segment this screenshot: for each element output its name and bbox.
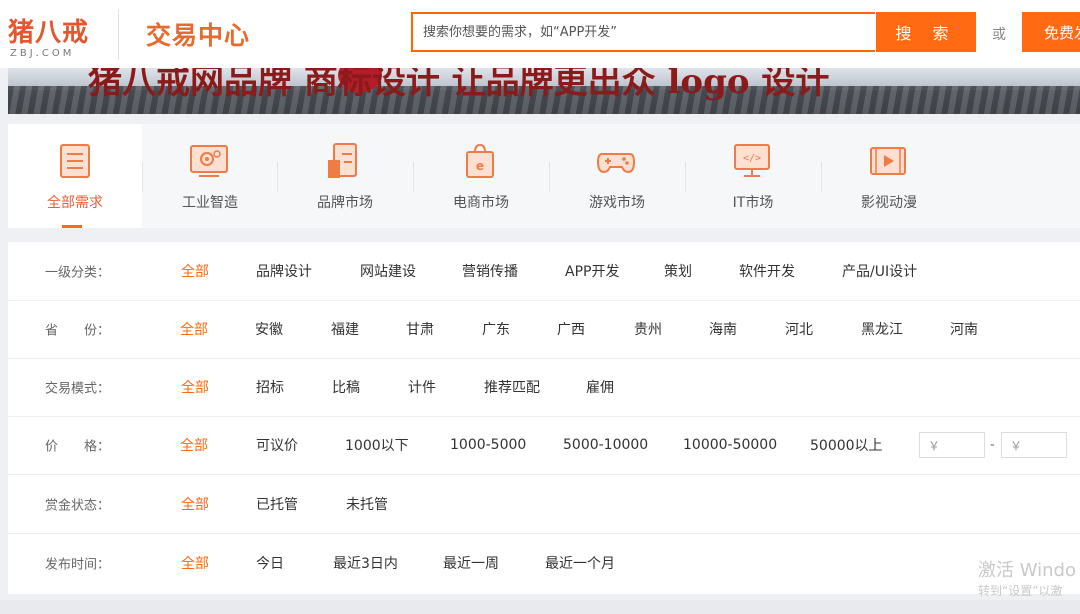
filter-option[interactable]: 安徽 <box>255 319 283 339</box>
filter-option[interactable]: 广东 <box>482 319 510 339</box>
filter-option[interactable]: 比稿 <box>332 377 360 397</box>
tab-film-animation[interactable]: 影视动漫 <box>822 124 956 228</box>
tab-label: 影视动漫 <box>861 195 917 211</box>
windows-activation-subtext: 转到“设置”以激 <box>978 584 1063 598</box>
logo-text: 猪八戒 <box>8 18 90 48</box>
or-text: 或 <box>992 27 1006 43</box>
tab-ecommerce-market[interactable]: e 电商市场 <box>414 124 548 228</box>
filter-option[interactable]: 最近3日内 <box>333 553 398 573</box>
filter-label: 赏金状态： <box>45 498 111 514</box>
filter-row-category: 一级分类： 全部 品牌设计 网站建设 营销传播 APP开发 策划 软件开发 产品… <box>8 242 1080 301</box>
filter-option-all[interactable]: 全部 <box>181 261 209 281</box>
filter-label: 价 格： <box>45 439 111 455</box>
search-button[interactable]: 搜 索 <box>876 12 976 52</box>
list-icon <box>60 144 90 178</box>
search-input[interactable] <box>413 14 875 50</box>
filter-option[interactable]: 可议价 <box>256 435 298 455</box>
windows-activation-watermark: 激活 Windo <box>978 560 1076 581</box>
filter-option[interactable]: 10000-50000 <box>683 437 777 453</box>
price-range-dash: - <box>990 437 995 453</box>
filter-option[interactable]: 海南 <box>709 319 737 339</box>
zbj-logo[interactable]: 猪八戒 ZBJ.COM <box>8 8 108 60</box>
filter-row-price: 价 格： 全部 可议价 1000以下 1000-5000 5000-10000 … <box>8 416 1080 475</box>
price-min-input[interactable]: ￥ <box>919 432 985 458</box>
filter-option[interactable]: 河南 <box>950 319 978 339</box>
filter-option-all[interactable]: 全部 <box>181 494 209 514</box>
tab-brand-market[interactable]: 品牌市场 <box>278 124 412 228</box>
filter-label: 省 份： <box>45 323 111 339</box>
shopping-bag-icon: e <box>466 143 494 178</box>
filter-option[interactable]: 推荐匹配 <box>484 377 540 397</box>
tab-label: 工业智造 <box>182 195 238 211</box>
bottom-strip <box>0 600 1080 614</box>
price-max-input[interactable]: ￥ <box>1001 432 1067 458</box>
filter-option[interactable]: 软件开发 <box>739 261 795 281</box>
filter-option[interactable]: 河北 <box>785 319 813 339</box>
video-play-icon <box>870 147 906 175</box>
filter-option[interactable]: 招标 <box>256 377 284 397</box>
filter-option[interactable]: 贵州 <box>634 319 662 339</box>
filter-option[interactable]: 网站建设 <box>360 261 416 281</box>
tab-label: IT市场 <box>732 195 774 211</box>
filter-row-publish-time: 发布时间： 全部 今日 最近3日内 最近一周 最近一个月 <box>8 534 1080 592</box>
svg-text:</>: </> <box>743 153 761 164</box>
filter-option-all[interactable]: 全部 <box>181 553 209 573</box>
filter-option[interactable]: 策划 <box>664 261 692 281</box>
svg-text:e: e <box>476 159 484 173</box>
tab-industrial[interactable]: 工业智造 <box>143 124 277 228</box>
filter-option[interactable]: 福建 <box>331 319 359 339</box>
filter-option-all[interactable]: 全部 <box>180 435 208 455</box>
filter-option[interactable]: 营销传播 <box>462 261 518 281</box>
filter-label: 交易模式： <box>45 381 111 397</box>
gamepad-icon <box>596 153 636 174</box>
filter-option[interactable]: 计件 <box>408 377 436 397</box>
code-monitor-icon: </> <box>734 144 770 177</box>
search-box <box>411 12 875 52</box>
filter-option[interactable]: 品牌设计 <box>256 261 312 281</box>
tab-label: 全部需求 <box>47 195 103 211</box>
promo-banner[interactable]: 猪八戒网品牌 商标设计 让品牌更出众 logo 设计 <box>8 68 1080 114</box>
filter-option-all[interactable]: 全部 <box>181 377 209 397</box>
filter-option[interactable]: 未托管 <box>346 494 388 514</box>
tab-label: 电商市场 <box>453 195 509 211</box>
filter-label: 一级分类： <box>45 265 111 281</box>
tab-label: 游戏市场 <box>589 195 645 211</box>
filter-option[interactable]: 今日 <box>256 553 284 573</box>
brand-icon <box>328 143 357 178</box>
filter-option-all[interactable]: 全部 <box>180 319 208 339</box>
banner-text: 猪八戒网品牌 商标设计 让品牌更出众 logo 设计 <box>88 68 830 102</box>
filter-option[interactable]: 最近一周 <box>443 553 499 573</box>
filter-option[interactable]: 甘肃 <box>406 319 434 339</box>
filter-row-trade-mode: 交易模式： 全部 招标 比稿 计件 推荐匹配 雇佣 <box>8 358 1080 417</box>
filter-label: 发布时间： <box>45 557 111 573</box>
filter-option[interactable]: APP开发 <box>565 261 619 281</box>
header-divider <box>118 10 119 60</box>
top-header: 猪八戒 ZBJ.COM 交易中心 搜 索 或 免费发 <box>0 0 1080 68</box>
logo-subtext: ZBJ.COM <box>10 48 75 59</box>
free-post-button[interactable]: 免费发 <box>1022 12 1080 52</box>
gear-icon <box>190 145 228 177</box>
filter-option[interactable]: 已托管 <box>256 494 298 514</box>
filter-option[interactable]: 5000-10000 <box>563 437 648 453</box>
filter-option[interactable]: 1000以下 <box>345 435 409 455</box>
filter-panel: 一级分类： 全部 品牌设计 网站建设 营销传播 APP开发 策划 软件开发 产品… <box>8 242 1080 594</box>
page-title: 交易中心 <box>146 21 251 50</box>
filter-option[interactable]: 黑龙江 <box>861 319 903 339</box>
tab-game-market[interactable]: 游戏市场 <box>550 124 684 228</box>
filter-option[interactable]: 最近一个月 <box>545 553 615 573</box>
filter-row-province: 省 份： 全部 安徽 福建 甘肃 广东 广西 贵州 海南 河北 黑龙江 河南 <box>8 300 1080 359</box>
filter-option[interactable]: 广西 <box>557 319 585 339</box>
tab-all-demands[interactable]: 全部需求 <box>8 124 142 228</box>
category-tabs: 全部需求 工业智造 品牌市场 e 电商市场 游戏市场 </> IT市场 影视动漫 <box>8 124 1080 228</box>
tab-label: 品牌市场 <box>317 195 373 211</box>
filter-option[interactable]: 产品/UI设计 <box>842 261 917 281</box>
filter-option[interactable]: 50000以上 <box>810 435 883 455</box>
filter-row-bounty-status: 赏金状态： 全部 已托管 未托管 <box>8 475 1080 534</box>
filter-option[interactable]: 雇佣 <box>586 377 614 397</box>
filter-option[interactable]: 1000-5000 <box>450 437 526 453</box>
tab-it-market[interactable]: </> IT市场 <box>686 124 820 228</box>
